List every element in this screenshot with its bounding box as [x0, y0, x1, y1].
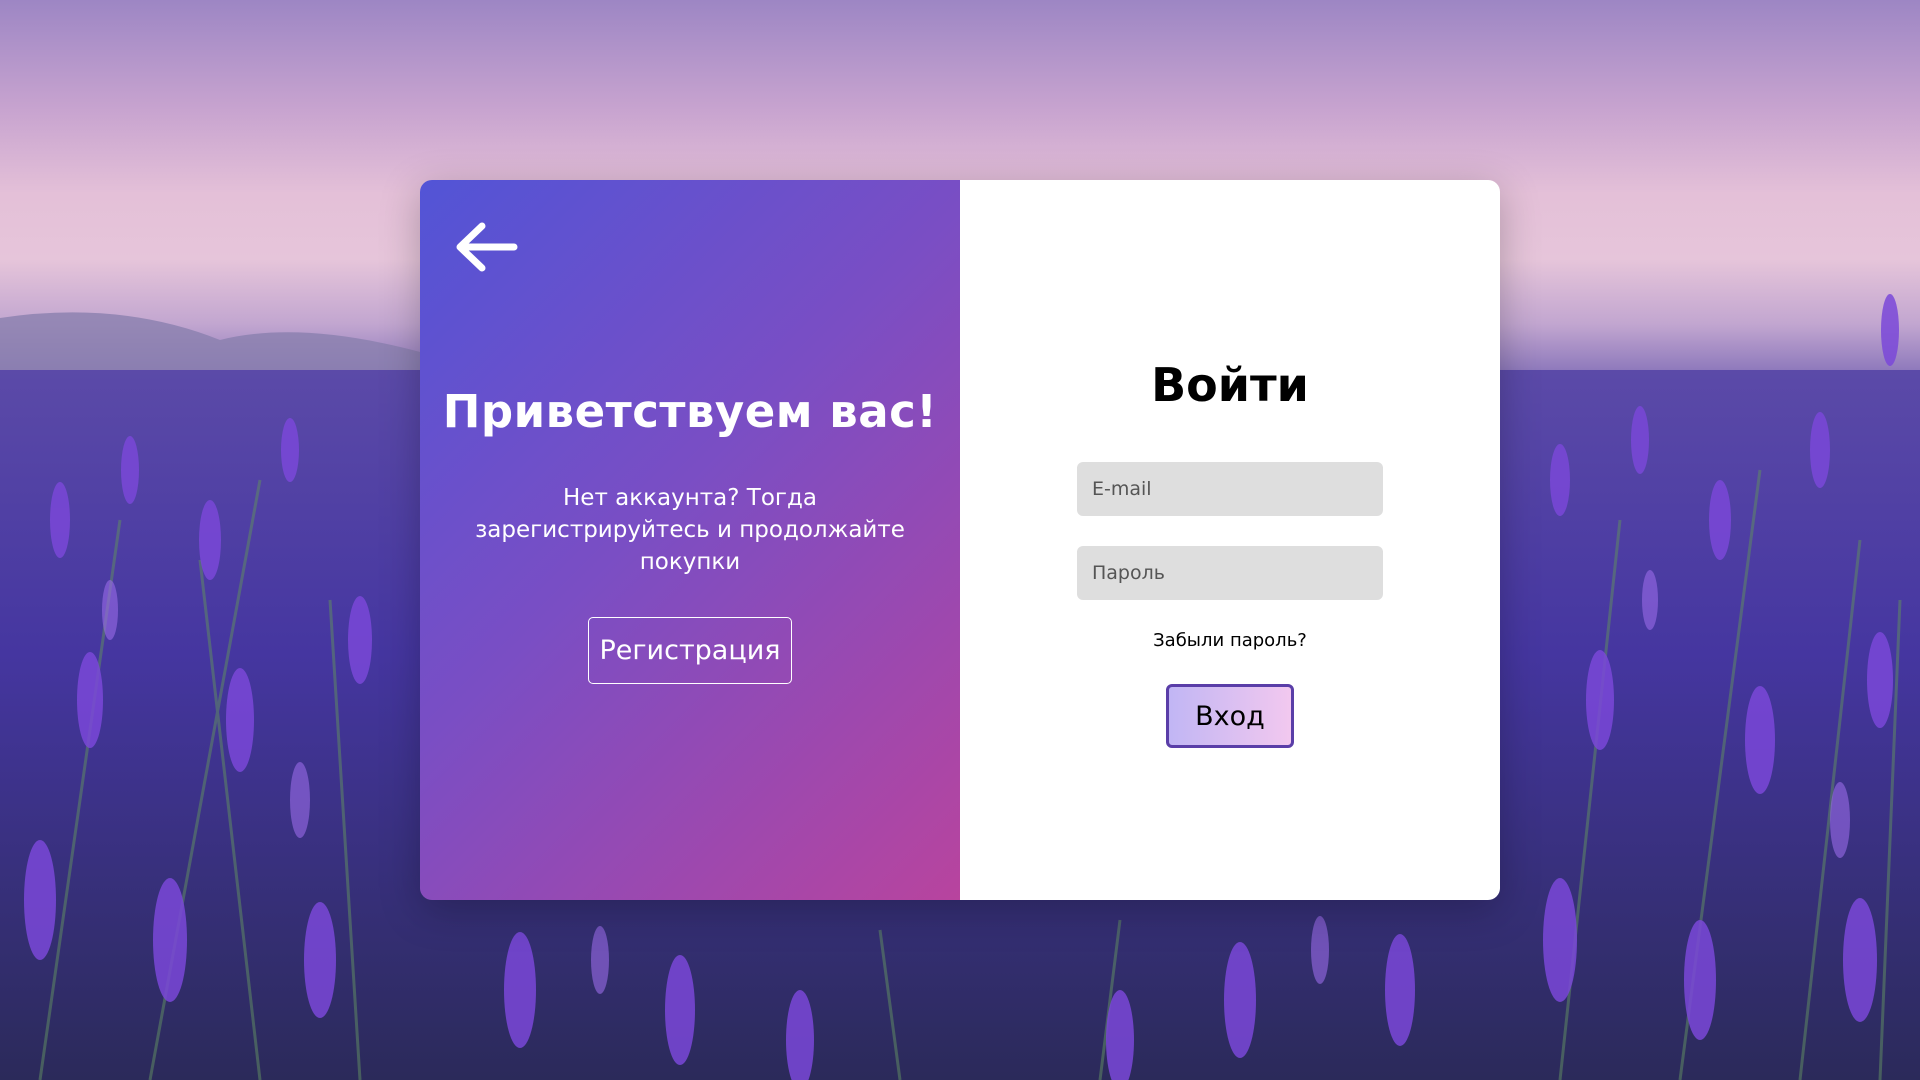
login-button[interactable]: Вход	[1166, 684, 1294, 748]
page: Приветствуем вас! Нет аккаунта? Тогда за…	[0, 0, 1920, 1080]
register-button[interactable]: Регистрация	[588, 617, 792, 684]
welcome-panel: Приветствуем вас! Нет аккаунта? Тогда за…	[420, 180, 960, 900]
password-field[interactable]	[1077, 546, 1383, 600]
arrow-left-icon[interactable]	[454, 220, 518, 274]
login-title: Войти	[1151, 358, 1309, 412]
email-field[interactable]	[1077, 462, 1383, 516]
welcome-title: Приветствуем вас!	[442, 385, 938, 438]
forgot-password-link[interactable]: Забыли пароль?	[960, 630, 1500, 651]
auth-card: Приветствуем вас! Нет аккаунта? Тогда за…	[420, 180, 1500, 900]
login-panel: Войти Забыли пароль? Вход	[960, 180, 1500, 900]
welcome-text: Нет аккаунта? Тогда зарегистрируйтесь и …	[475, 485, 905, 575]
